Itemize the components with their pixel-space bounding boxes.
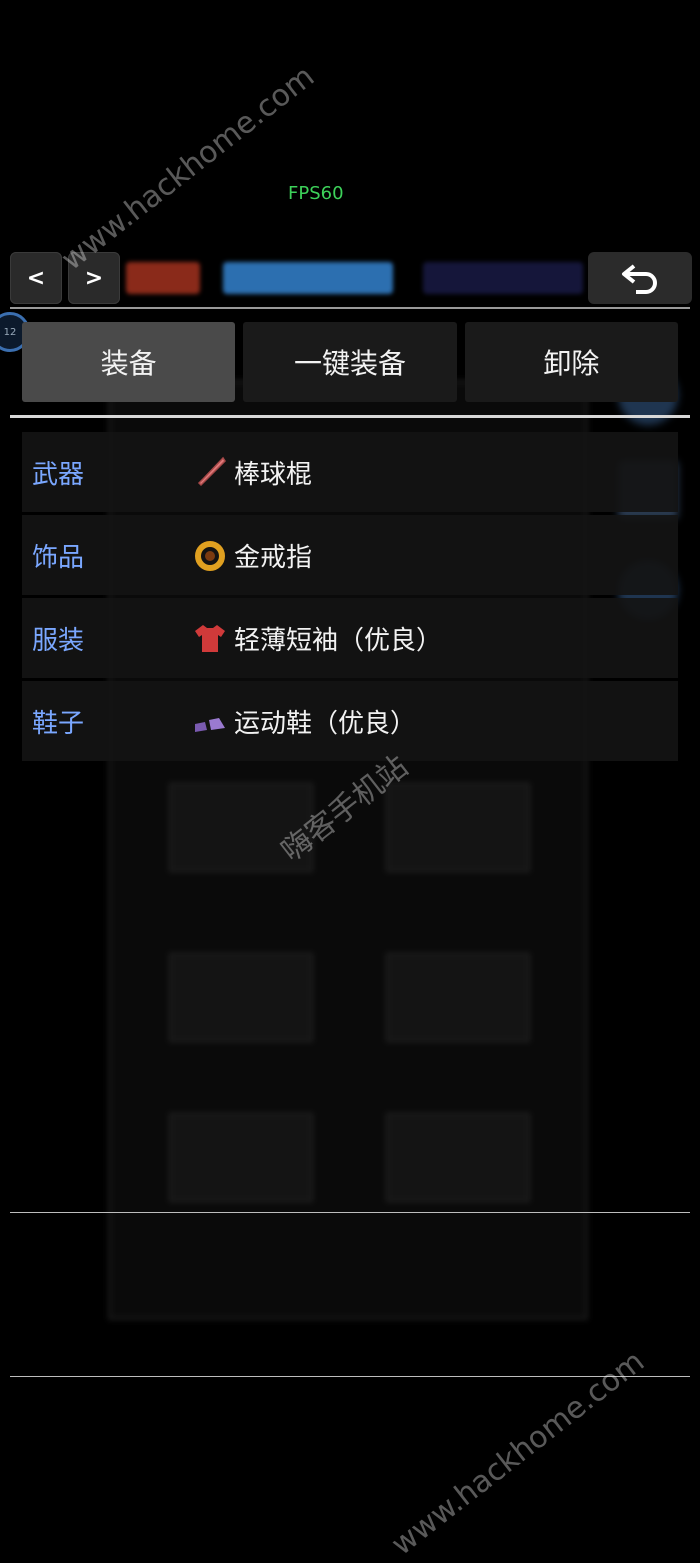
- background-cell: [169, 1113, 313, 1202]
- slot-type-label: 鞋子: [32, 708, 85, 739]
- tab-unequip[interactable]: 卸除: [464, 322, 678, 402]
- watermark-text: www.hackhome.com: [55, 58, 322, 278]
- background-cell: [386, 1113, 530, 1202]
- top-tab-blurred[interactable]: [423, 262, 583, 294]
- divider: [10, 415, 690, 418]
- return-arrow-icon: [622, 264, 657, 294]
- item-name: 金戒指: [234, 542, 313, 573]
- bat-icon: [192, 454, 228, 490]
- list-item[interactable]: 鞋子 运动鞋（优良）: [22, 681, 678, 761]
- slot-type-label: 服装: [32, 625, 85, 656]
- slot-type-label: 饰品: [32, 542, 85, 573]
- top-tab-blurred[interactable]: [126, 262, 200, 294]
- equipment-slot-list: 武器 棒球棍 饰品 金戒指 服装 轻薄短袖（优良） 鞋子 运动鞋（优良）: [22, 432, 678, 764]
- list-item[interactable]: 饰品 金戒指: [22, 515, 678, 595]
- top-bar: < >: [8, 252, 692, 304]
- fps-counter: FPS60: [288, 183, 344, 204]
- list-item[interactable]: 服装 轻薄短袖（优良）: [22, 598, 678, 678]
- top-tab-blurred[interactable]: [223, 262, 393, 294]
- shirt-icon: [192, 620, 228, 656]
- prev-button[interactable]: <: [10, 252, 62, 304]
- background-cell: [169, 953, 313, 1042]
- list-item[interactable]: 武器 棒球棍: [22, 432, 678, 512]
- divider: [10, 307, 690, 309]
- slot-type-label: 武器: [32, 459, 85, 490]
- equipment-tabs: 装备 一键装备 卸除: [22, 322, 678, 402]
- back-button[interactable]: [588, 252, 692, 304]
- background-cell: [386, 783, 530, 872]
- item-name: 轻薄短袖（优良）: [234, 625, 443, 656]
- tab-equip[interactable]: 装备: [22, 322, 236, 402]
- background-cell: [386, 953, 530, 1042]
- item-name: 运动鞋（优良）: [234, 708, 417, 739]
- item-name: 棒球棍: [234, 459, 313, 490]
- tab-one-click-equip[interactable]: 一键装备: [243, 322, 457, 402]
- shoes-icon: [192, 703, 228, 739]
- ring-icon: [192, 537, 228, 573]
- divider: [10, 1212, 690, 1213]
